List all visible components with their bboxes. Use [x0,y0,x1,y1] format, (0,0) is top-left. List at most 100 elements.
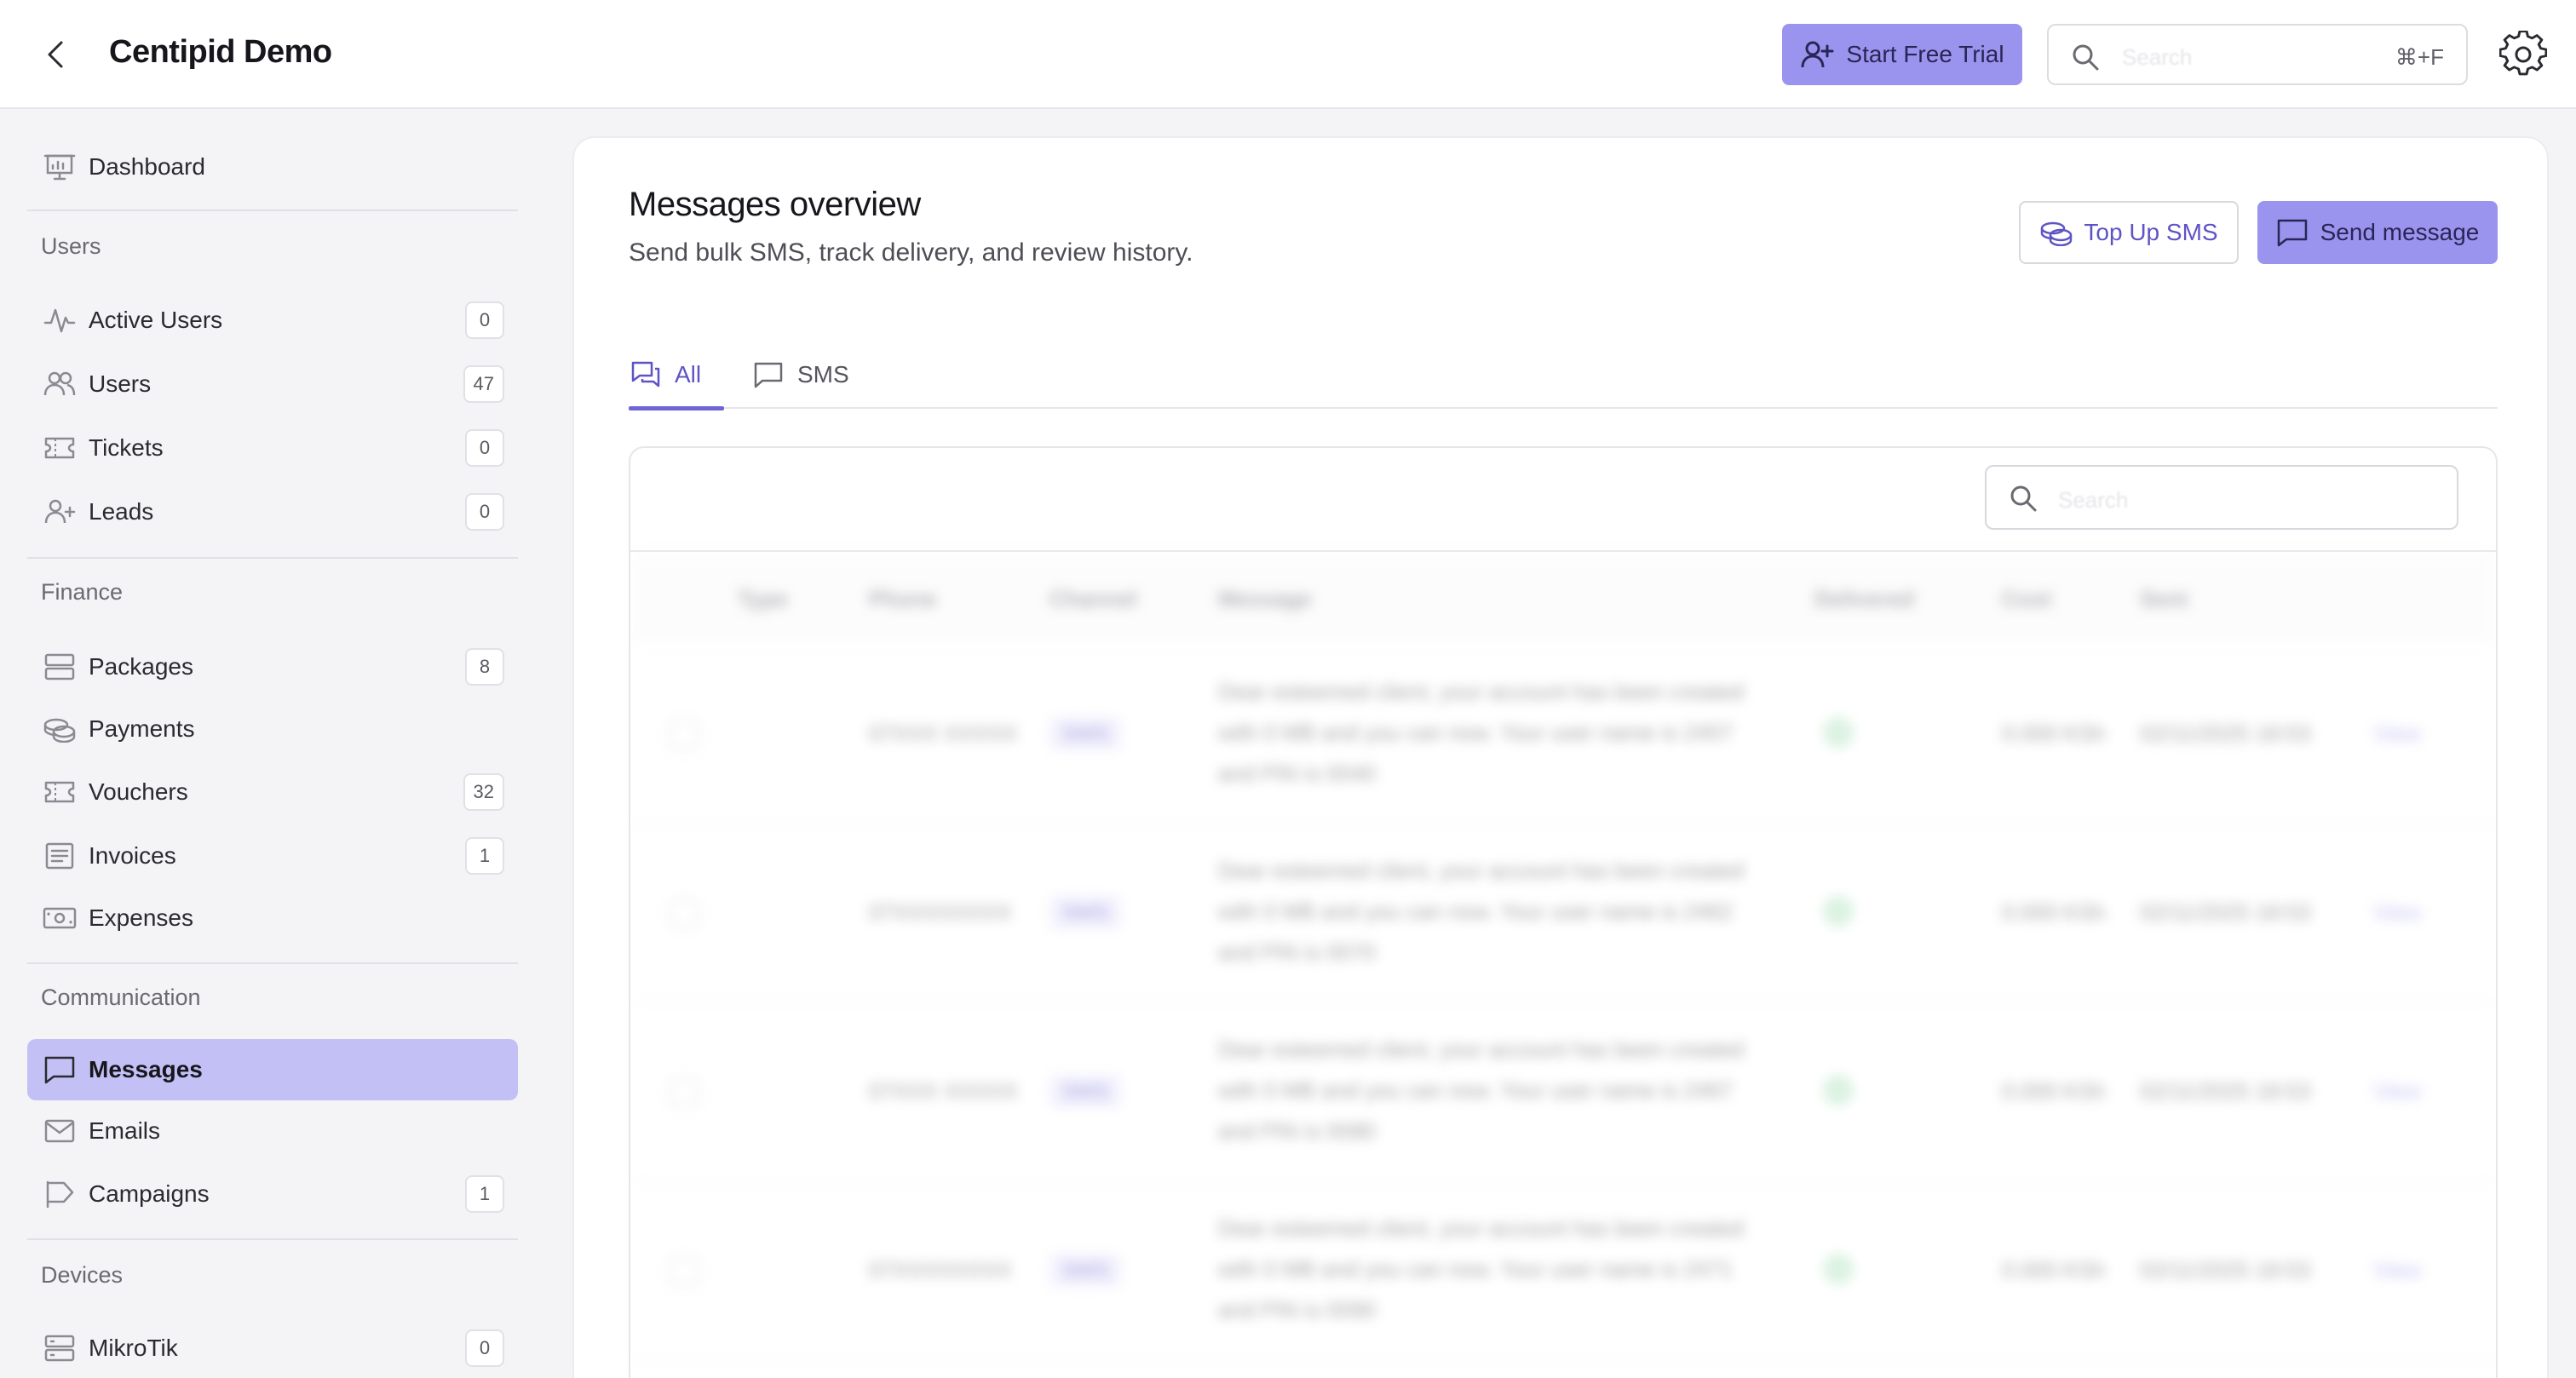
sidebar-item-label: MikroTik [89,1335,178,1361]
sidebar-item-emails[interactable]: Emails [27,1100,518,1162]
sidebar-item-packages[interactable]: Packages 8 [27,636,518,698]
count-badge: 1 [465,837,504,875]
user-plus-icon [44,499,76,524]
sidebar-item-label: Packages [89,653,193,680]
sidebar-item-label: Vouchers [89,778,188,805]
row-view-link[interactable]: View [2373,899,2421,926]
messages-table: Search Type Phone Channel Message Delive… [629,446,2498,1378]
row-channel-badge: SMS [1049,717,1122,750]
sidebar-item-label: Users [89,370,152,397]
sidebar-item-messages[interactable]: Messages [27,1039,518,1100]
sidebar-item-label: Leads [89,498,154,525]
row-phone: 07XXX XXXXX [869,721,1018,746]
search-placeholder: Search [2122,44,2193,70]
delivered-status-dot [1823,896,1854,927]
sidebar-divider [27,1238,518,1240]
ticket-icon [44,781,75,803]
send-message-button[interactable]: Send message [2257,201,2498,264]
presentation-board-icon [43,154,76,181]
mail-icon [44,1119,75,1143]
banknote-icon [43,907,77,929]
sidebar-item-label: Dashboard [89,153,205,180]
tab-all[interactable]: All [629,341,724,411]
row-sent: 02/11/2025 18:53 [2140,721,2311,746]
top-bar: Centipid Demo Start Free Trial Search ⌘+… [0,0,2576,109]
row-message: Dear esteemed client, your account has b… [1218,1215,1745,1323]
row-view-link[interactable]: View [2373,721,2421,747]
count-badge: 0 [465,301,504,339]
count-badge: 0 [465,493,504,531]
back-button[interactable] [39,37,73,72]
row-phone: 07XXXXXXXX [869,1257,1012,1283]
row-checkbox[interactable] [670,721,699,749]
start-free-trial-button[interactable]: Start Free Trial [1782,24,2022,85]
sidebar-item-label: Payments [89,715,195,742]
table-row[interactable]: 07XXX XXXXX SMS Dear esteemed client, yo… [630,1003,2496,1182]
count-badge: 47 [463,365,504,403]
row-sent: 02/11/2025 18:53 [2140,1257,2311,1283]
chevron-left-icon [48,41,63,68]
row-view-link[interactable]: View [2373,1078,2421,1105]
row-channel-badge: SMS [1049,1254,1122,1287]
sidebar-section-communication: Communication [41,985,201,1010]
row-checkbox[interactable] [670,899,699,928]
row-sent: 02/11/2025 18:53 [2140,1078,2311,1104]
table-body-loading: Type Phone Channel Message Delivered Cos… [630,552,2496,1378]
sidebar-item-label: Active Users [89,307,223,333]
sidebar-item-invoices[interactable]: Invoices 1 [27,825,518,887]
delivered-status-dot [1823,1075,1854,1105]
sidebar-item-users[interactable]: Users 47 [27,353,518,415]
tab-sms[interactable]: SMS [753,341,849,409]
search-placeholder: Search [2058,487,2129,513]
column-header-message: Message [1218,586,1312,611]
coins-icon [43,718,76,743]
page-title: Messages overview [629,186,921,223]
column-header-sent: Sent [2140,586,2188,611]
table-search-input[interactable]: Search [1985,465,2458,530]
row-cost: 0.000 KSh [2002,721,2106,746]
messages-icon [631,361,660,388]
sidebar-divider [27,557,518,559]
sidebar-item-payments[interactable]: Payments [27,698,518,760]
server-stack-icon [44,1335,75,1362]
top-up-sms-button[interactable]: Top Up SMS [2019,201,2239,264]
row-checkbox[interactable] [670,1078,699,1107]
table-row[interactable]: 07XXX XXXXX SMS Dear esteemed client, yo… [630,646,2496,824]
row-message: Dear esteemed client, your account has b… [1218,679,1745,786]
sidebar-divider [27,962,518,964]
count-badge: 0 [465,1329,504,1367]
column-header-cost: Cost [2002,586,2051,611]
sidebar-item-campaigns[interactable]: Campaigns 1 [27,1163,518,1225]
message-square-icon [44,1056,75,1084]
sidebar-item-tickets[interactable]: Tickets 0 [27,417,518,479]
table-row[interactable]: 07XXXXXXXX SMS Dear esteemed client, you… [630,824,2496,1003]
sidebar-item-mikrotik[interactable]: MikroTik 0 [27,1318,518,1378]
delivered-status-dot [1823,1254,1854,1284]
row-cost: 0.000 KSh [2002,899,2106,925]
sidebar-section-devices: Devices [41,1262,124,1288]
send-message-label: Send message [2320,219,2480,245]
message-tabs: All SMS [629,341,2498,411]
sidebar-item-expenses[interactable]: Expenses [27,887,518,949]
row-phone: 07XXX XXXXX [869,1078,1018,1104]
sidebar-item-leads[interactable]: Leads 0 [27,481,518,543]
sidebar-item-vouchers[interactable]: Vouchers 32 [27,761,518,823]
row-message: Dear esteemed client, your account has b… [1218,1036,1745,1144]
table-row[interactable]: 07XXXXXXXX SMS Dear esteemed client, you… [630,1182,2496,1361]
column-header-channel: Channel [1049,586,1137,611]
app-title: Centipid Demo [109,34,332,70]
table-header: Type Phone Channel Message Delivered Cos… [630,552,2496,646]
sidebar-item-active-users[interactable]: Active Users 0 [27,290,518,351]
delivered-status-dot [1823,717,1854,748]
sidebar-item-label: Invoices [89,842,176,869]
row-view-link[interactable]: View [2373,1257,2421,1283]
row-checkbox[interactable] [670,1257,699,1286]
search-icon [2073,44,2099,71]
sidebar-item-dashboard[interactable]: Dashboard [27,136,518,198]
settings-button[interactable] [2499,31,2547,78]
sidebar-section-users: Users [41,233,101,259]
row-sent: 02/11/2025 18:53 [2140,899,2311,925]
row-message: Dear esteemed client, your account has b… [1218,858,1745,965]
global-search-input[interactable]: Search ⌘+F [2047,24,2468,85]
message-square-icon [754,362,783,388]
